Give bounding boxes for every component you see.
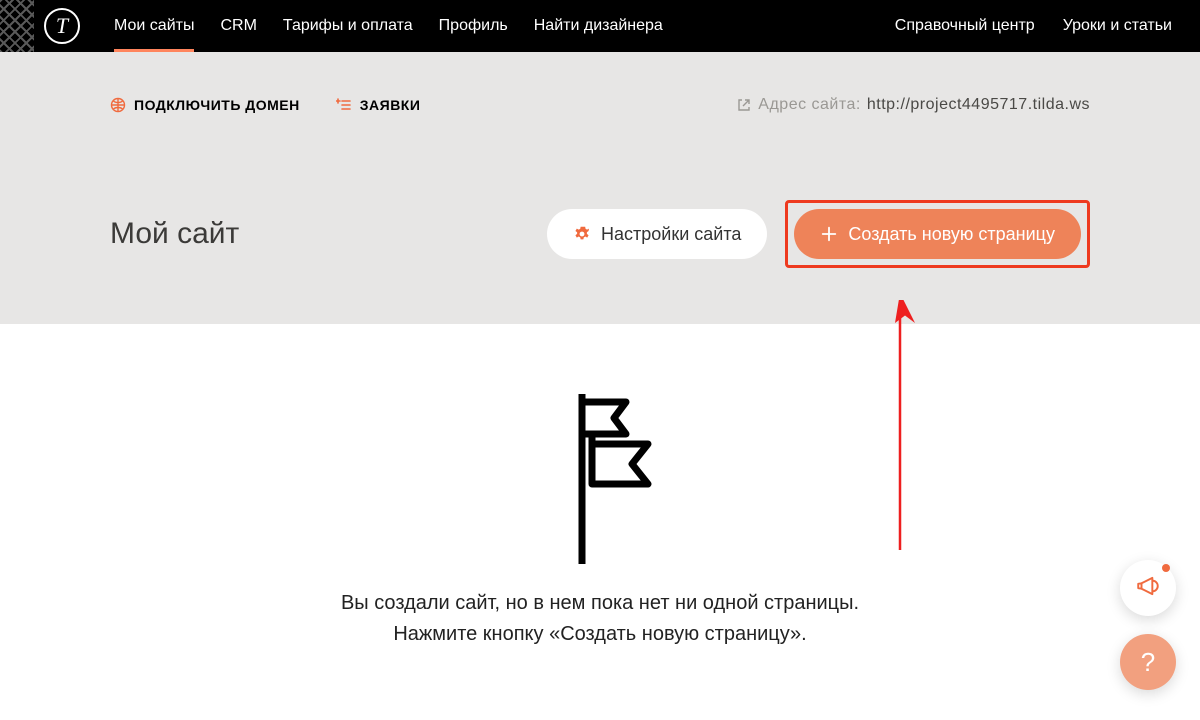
globe-icon [110, 97, 126, 113]
nav-item-tutorials[interactable]: Уроки и статьи [1063, 1, 1172, 51]
requests-label: ЗАЯВКИ [360, 97, 421, 113]
external-link-icon [736, 97, 752, 113]
empty-state-line1: Вы создали сайт, но в нем пока нет ни од… [0, 592, 1200, 615]
site-url-label: Адрес сайта: [758, 96, 861, 114]
nav-right: Справочный центр Уроки и статьи [895, 1, 1172, 51]
page-header: ПОДКЛЮЧИТЬ ДОМЕН ЗАЯВКИ Адрес сайта: htt… [0, 52, 1200, 324]
site-settings-label: Настройки сайта [601, 224, 741, 245]
help-fab[interactable]: ? [1120, 634, 1176, 690]
site-url-value: http://project4495717.tilda.ws [867, 96, 1090, 114]
create-page-button[interactable]: Создать новую страницу [794, 209, 1081, 259]
nav-item-crm[interactable]: CRM [220, 1, 256, 51]
nav-item-tariffs[interactable]: Тарифы и оплата [283, 1, 413, 51]
nav-links: Мои сайты CRM Тарифы и оплата Профиль На… [114, 1, 663, 51]
empty-state-line2: Нажмите кнопку «Создать новую страницу». [0, 623, 1200, 646]
site-settings-button[interactable]: Настройки сайта [547, 209, 767, 259]
list-plus-icon [336, 97, 352, 113]
logo[interactable]: T [44, 8, 80, 44]
annotation-highlight: Создать новую страницу [785, 200, 1090, 268]
site-url[interactable]: Адрес сайта: http://project4495717.tilda… [736, 96, 1090, 114]
requests-link[interactable]: ЗАЯВКИ [336, 97, 421, 113]
nav-item-profile[interactable]: Профиль [439, 1, 508, 51]
help-fab-label: ? [1141, 647, 1155, 678]
title-row: Мой сайт Настройки сайта Создать новую с… [110, 200, 1090, 268]
nav-item-my-sites[interactable]: Мои сайты [114, 1, 194, 51]
create-page-label: Создать новую страницу [848, 224, 1055, 245]
flag-icon [540, 394, 660, 564]
nav-item-find-designer[interactable]: Найти дизайнера [534, 1, 663, 51]
connect-domain-link[interactable]: ПОДКЛЮЧИТЬ ДОМЕН [110, 97, 300, 113]
nav-pattern-decoration [0, 0, 34, 52]
nav-item-help-center[interactable]: Справочный центр [895, 1, 1035, 51]
megaphone-icon [1135, 573, 1161, 604]
plus-icon [820, 225, 838, 243]
connect-domain-label: ПОДКЛЮЧИТЬ ДОМЕН [134, 97, 300, 113]
top-nav: T Мои сайты CRM Тарифы и оплата Профиль … [0, 0, 1200, 52]
announcements-fab[interactable] [1120, 560, 1176, 616]
logo-letter: T [56, 13, 68, 39]
toolbar: ПОДКЛЮЧИТЬ ДОМЕН ЗАЯВКИ Адрес сайта: htt… [110, 96, 1090, 114]
page-title: Мой сайт [110, 217, 239, 251]
empty-state: Вы создали сайт, но в нем пока нет ни од… [0, 324, 1200, 646]
gear-icon [573, 225, 591, 243]
